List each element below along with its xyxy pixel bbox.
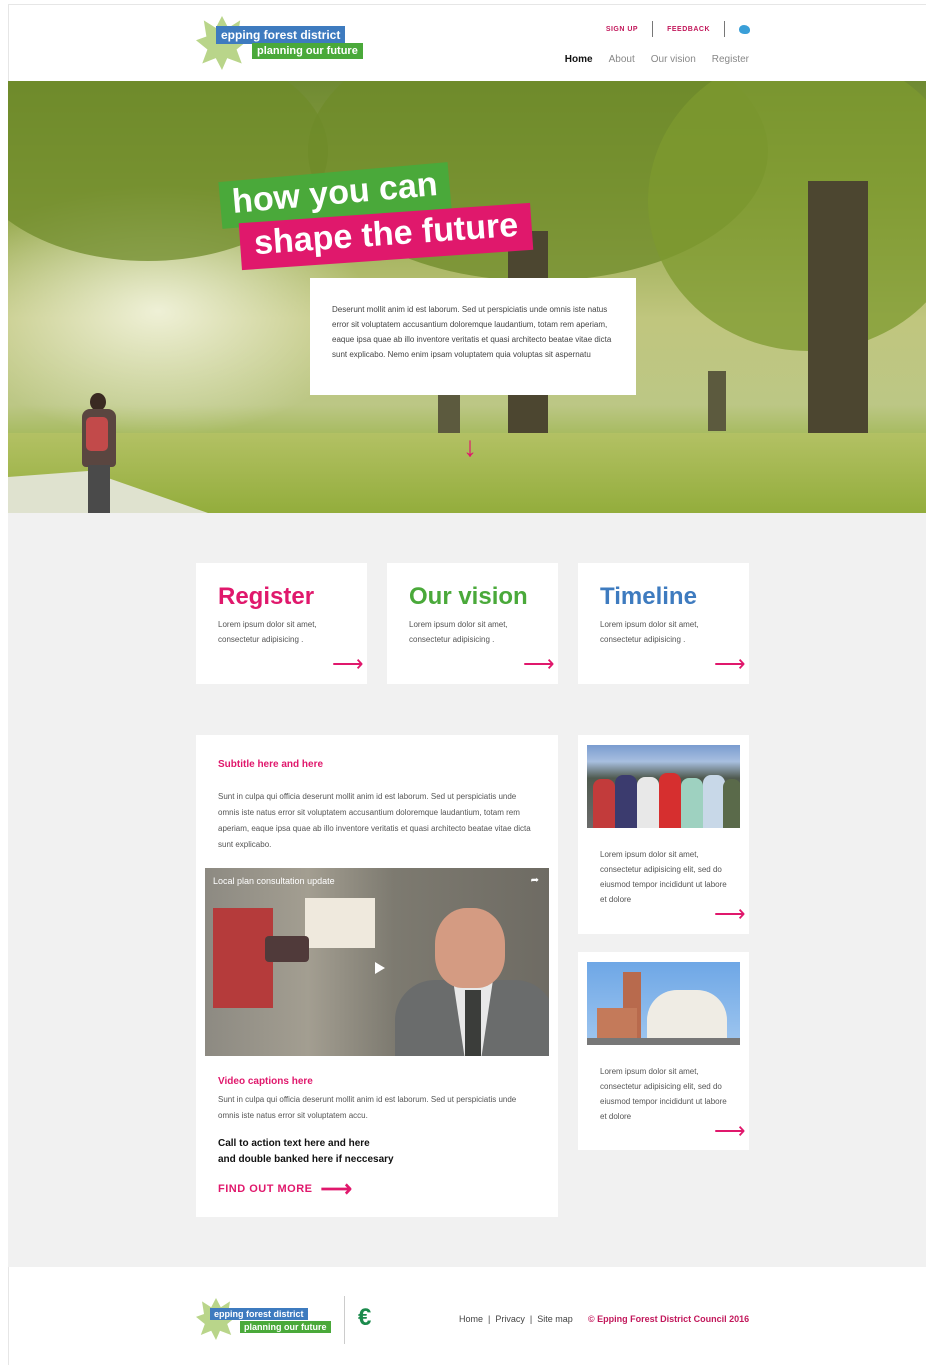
nav-item-our-vision[interactable]: Our vision — [651, 54, 696, 65]
cta-line-1: Call to action text here and here — [218, 1138, 370, 1149]
top-links: SIGN UP FEEDBACK — [606, 21, 750, 37]
building-photo — [587, 962, 740, 1045]
side-card[interactable]: Lorem ipsum dolor sit amet, consectetur … — [578, 952, 749, 1150]
register-card[interactable]: Register Lorem ipsum dolor sit amet, con… — [196, 563, 367, 684]
footer-link-home[interactable]: Home — [459, 1314, 483, 1324]
arrow-right-icon: ⟶ — [320, 1176, 353, 1201]
council-emblem-icon: € — [358, 1304, 372, 1331]
signup-link[interactable]: SIGN UP — [606, 26, 638, 33]
divider — [724, 21, 725, 37]
find-out-more-label: FIND OUT MORE — [218, 1183, 313, 1195]
video-title[interactable]: Local plan consultation update — [213, 876, 335, 886]
card-title: Our vision — [409, 583, 528, 610]
logo-line-2: planning our future — [252, 43, 363, 59]
arrow-right-icon[interactable]: ⟶ — [332, 653, 364, 675]
video-player[interactable]: Local plan consultation update ➦ — [205, 868, 549, 1056]
tree-canopy — [648, 81, 926, 351]
our-vision-card[interactable]: Our vision Lorem ipsum dolor sit amet, c… — [387, 563, 558, 684]
group-photo — [587, 745, 740, 828]
video-frame-car — [265, 936, 309, 962]
nav-item-home[interactable]: Home — [565, 54, 593, 65]
arrow-right-icon[interactable]: ⟶ — [714, 653, 746, 675]
side-card-text: Lorem ipsum dolor sit amet, consectetur … — [600, 1067, 727, 1121]
footer-separator: | — [488, 1314, 491, 1324]
card-title: Timeline — [600, 583, 697, 610]
footer-logo-line-1: epping forest district — [210, 1308, 308, 1320]
cta-line-2: and double banked here if neccesary — [218, 1154, 394, 1165]
copyright: © Epping Forest District Council 2016 — [588, 1314, 750, 1324]
cta-text: Call to action text here and here and do… — [218, 1136, 394, 1168]
card-text: Lorem ipsum dolor sit amet, consectetur … — [600, 620, 699, 644]
article-subtitle: Subtitle here and here — [218, 759, 324, 770]
card-text: Lorem ipsum dolor sit amet, consectetur … — [218, 620, 317, 644]
walking-person — [76, 393, 120, 513]
find-out-more-link[interactable]: FIND OUT MORE ⟶ — [218, 1176, 353, 1201]
logo-line-1: epping forest district — [216, 26, 346, 44]
twitter-icon[interactable] — [739, 24, 750, 34]
footer-link-site-map[interactable]: Site map — [537, 1314, 573, 1324]
footer-links: Home | Privacy | Site map — [459, 1314, 573, 1324]
hero-intro-text: Deserunt mollit anim id est laborum. Sed… — [310, 278, 636, 395]
footer-logo-line-2: planning our future — [240, 1321, 331, 1333]
video-caption: Sunt in culpa qui officia deserunt molli… — [218, 1095, 517, 1120]
scroll-down-arrow-icon[interactable]: ↓ — [463, 433, 477, 461]
feedback-link[interactable]: FEEDBACK — [667, 26, 710, 33]
footer-divider — [344, 1296, 345, 1344]
tree-trunk — [708, 371, 726, 431]
card-title: Register — [218, 583, 315, 610]
arrow-right-icon[interactable]: ⟶ — [714, 1120, 746, 1142]
side-card-text: Lorem ipsum dolor sit amet, consectetur … — [600, 850, 727, 904]
divider — [652, 21, 654, 37]
side-card[interactable]: Lorem ipsum dolor sit amet, consectetur … — [578, 735, 749, 934]
main-nav: Home About Our vision Register — [565, 54, 749, 65]
share-icon[interactable]: ➦ — [531, 875, 539, 886]
nav-item-about[interactable]: About — [609, 54, 635, 65]
footer-logo[interactable]: epping forest district planning our futu… — [196, 1298, 336, 1342]
video-frame-building — [305, 898, 375, 948]
article-body: Sunt in culpa qui officia deserunt molli… — [218, 792, 531, 849]
video-frame-speaker — [395, 908, 549, 1056]
arrow-right-icon[interactable]: ⟶ — [714, 903, 746, 925]
site-logo[interactable]: epping forest district planning our futu… — [196, 16, 372, 72]
footer-separator: | — [529, 1314, 533, 1324]
footer-link-privacy[interactable]: Privacy — [495, 1314, 525, 1324]
arrow-right-icon[interactable]: ⟶ — [523, 653, 555, 675]
card-text: Lorem ipsum dolor sit amet, consectetur … — [409, 620, 508, 644]
video-frame-bus — [213, 908, 273, 1008]
play-icon[interactable] — [375, 962, 385, 974]
video-caption-heading: Video captions here — [218, 1076, 313, 1087]
nav-item-register[interactable]: Register — [712, 54, 749, 65]
timeline-card[interactable]: Timeline Lorem ipsum dolor sit amet, con… — [578, 563, 749, 684]
